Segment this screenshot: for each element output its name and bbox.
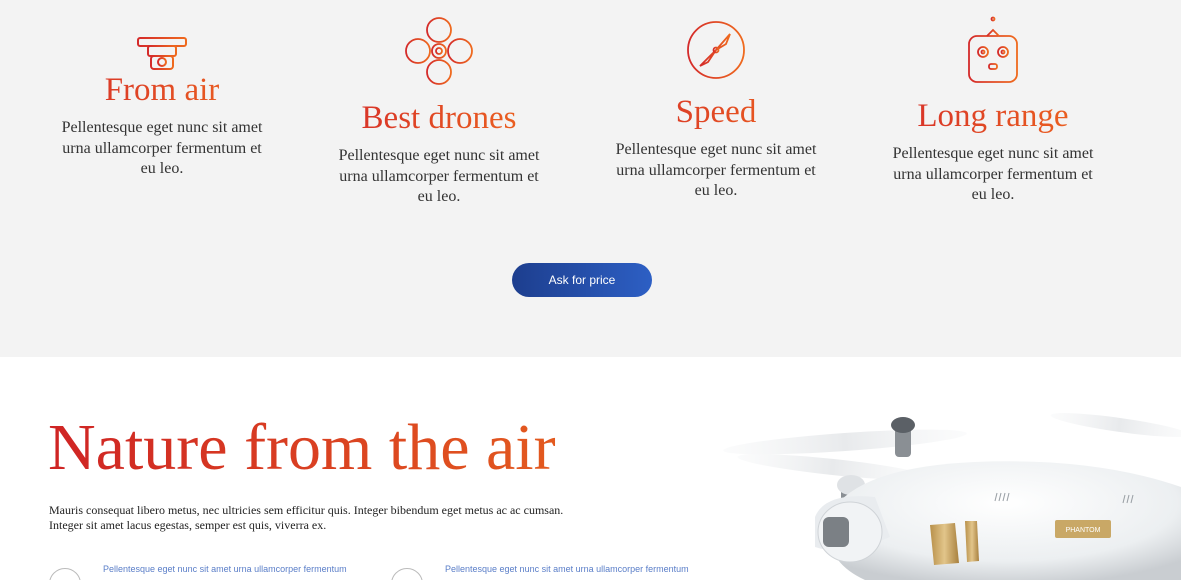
feature-list-text: Pellentesque eget nunc sit amet urna ull…	[103, 564, 347, 574]
nature-section: Nature from the air Mauris consequat lib…	[0, 357, 1181, 580]
feature-text: Pellentesque eget nunc sit amet urna ull…	[892, 145, 1094, 204]
feature-from-air: From air Pellentesque eget nunc sit amet…	[42, 20, 282, 180]
feature-title: Speed	[596, 94, 836, 130]
feature-list-item: Pellentesque eget nunc sit amet urna ull…	[49, 564, 347, 580]
feature-best-drones: Best drones Pellentesque eget nunc sit a…	[319, 16, 559, 208]
drone-brand-label: PHANTOM	[1066, 527, 1101, 534]
drone-camera-icon	[128, 31, 196, 70]
feature-text: Pellentesque eget nunc sit amet urna ull…	[338, 147, 540, 206]
feature-title: Best drones	[319, 100, 559, 136]
feature-text: Pellentesque eget nunc sit amet urna ull…	[61, 119, 263, 178]
feature-title: Long range	[873, 98, 1113, 134]
feature-title: From air	[42, 72, 282, 108]
feature-list-text: Pellentesque eget nunc sit amet urna ull…	[445, 564, 689, 574]
features-section: From air Pellentesque eget nunc sit amet…	[0, 0, 1181, 357]
circle-icon	[49, 568, 81, 580]
remote-controller-icon	[968, 16, 1018, 83]
propeller-icon	[687, 21, 745, 79]
section-title: Nature from the air	[48, 411, 556, 484]
ask-for-price-button[interactable]: Ask for price	[512, 263, 652, 297]
section-description: Mauris consequat libero metus, nec ultri…	[49, 503, 564, 532]
circle-icon	[391, 568, 423, 580]
feature-speed: Speed Pellentesque eget nunc sit amet ur…	[596, 20, 836, 202]
feature-long-range: Long range Pellentesque eget nunc sit am…	[873, 16, 1113, 206]
quadcopter-icon	[405, 17, 473, 85]
drone-image: PHANTOM	[723, 413, 1181, 580]
feature-list-item: Pellentesque eget nunc sit amet urna ull…	[391, 564, 689, 580]
feature-text: Pellentesque eget nunc sit amet urna ull…	[615, 141, 817, 200]
